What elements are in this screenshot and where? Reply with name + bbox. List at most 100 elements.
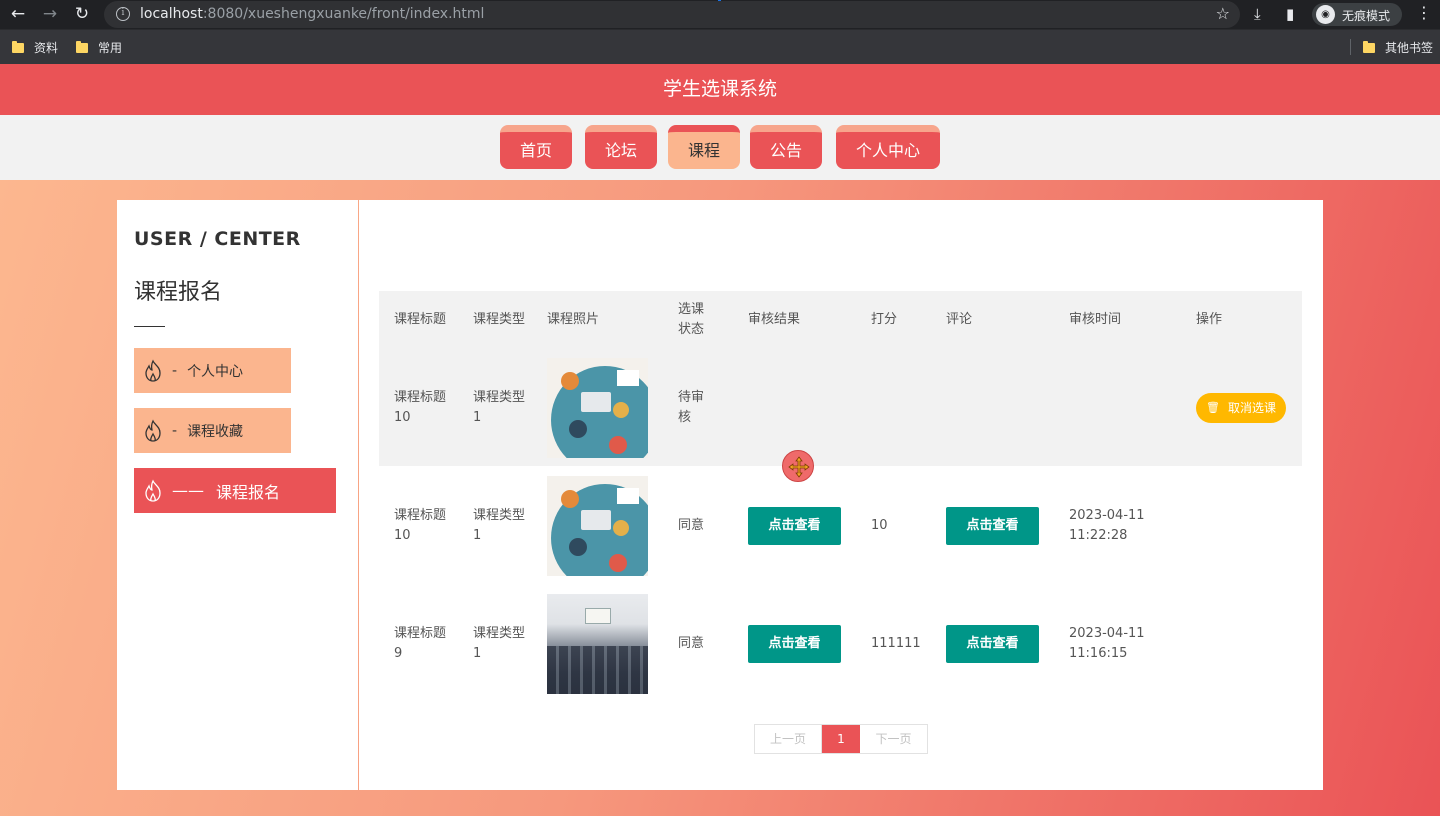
page-1-button[interactable]: 1 (822, 725, 860, 753)
flame-icon (145, 359, 161, 382)
menu-kebab-icon[interactable]: ⋮ (1416, 4, 1432, 22)
flame-icon (145, 419, 161, 442)
sidebar-divider (134, 326, 165, 327)
cell-review-result (748, 349, 858, 466)
header-course-title: 课程标题 (394, 312, 447, 327)
cancel-enrollment-button[interactable]: 🗑 取消选课 (1196, 392, 1286, 423)
cell-course-title: 课程标题10 (394, 508, 447, 543)
back-arrow-icon[interactable]: ← (6, 4, 30, 24)
sidebar-item-label: 课程报名 (216, 482, 281, 502)
bookmarks-divider (1350, 39, 1351, 55)
cell-review-time (1069, 349, 1169, 466)
content-panel: 课程标题 课程类型 课程照片 选课状态 审核结果 打分 评论 审核时间 操作 课… (359, 200, 1323, 790)
sidebar-item-personal-center[interactable]: - 个人中心 (134, 348, 291, 393)
cell-course-photo (547, 349, 657, 466)
folder-icon (1363, 40, 1375, 53)
cell-comment (946, 349, 1056, 466)
table-row: 课程标题10 课程类型1 待审核 🗑 取消选课 (379, 349, 1302, 482)
header-status: 选课状态 (678, 302, 705, 337)
course-photo-image (547, 476, 648, 576)
header-score: 打分 (871, 312, 898, 327)
forward-arrow-icon[interactable]: → (38, 4, 62, 24)
cell-action (1196, 467, 1296, 585)
folder-icon (76, 40, 88, 53)
reload-icon[interactable]: ↻ (70, 4, 94, 24)
cell-course-photo (547, 585, 657, 703)
incognito-icon: ◉ (1316, 5, 1335, 24)
bookmark-folder-resources[interactable]: 资料 (12, 39, 58, 56)
header-course-photo: 课程照片 (547, 312, 600, 327)
cell-course-title: 课程标题10 (394, 389, 447, 425)
side-panel-icon[interactable]: ▮ (1286, 5, 1294, 23)
header-review-time: 审核时间 (1069, 312, 1122, 327)
pagination: 上一页 1 下一页 (754, 724, 928, 754)
cell-comment: 点击查看 (946, 467, 1056, 585)
table-header-row: 课程标题 课程类型 课程照片 选课状态 审核结果 打分 评论 审核时间 操作 (379, 291, 1302, 349)
sidebar-item-dash: - (172, 422, 178, 439)
trash-icon: 🗑 (1206, 400, 1220, 414)
cell-status: 待审核 (678, 389, 705, 425)
nav-forum[interactable]: 论坛 (585, 125, 657, 169)
url-text[interactable]: localhost:8080/xueshengxuanke/front/inde… (140, 6, 484, 22)
cell-action (1196, 585, 1296, 703)
sidebar-item-label: 课程收藏 (187, 423, 244, 440)
cell-comment: 点击查看 (946, 585, 1056, 703)
header-review-result: 审核结果 (748, 312, 801, 327)
browser-toolbar: ← → ↻ i localhost:8080/xueshengxuanke/fr… (0, 0, 1440, 29)
cell-course-type: 课程类型1 (473, 389, 526, 425)
sidebar-item-dash: —— (172, 481, 204, 500)
sidebar-item-course-signup[interactable]: —— 课程报名 (134, 468, 336, 513)
cell-status: 同意 (678, 518, 705, 533)
incognito-label: 无痕模式 (1342, 9, 1391, 23)
site-title: 学生选课系统 (662, 78, 777, 100)
cell-review-result: 点击查看 (748, 467, 858, 585)
view-comment-button[interactable]: 点击查看 (946, 625, 1039, 663)
table-row: 课程标题10 课程类型1 同意 点击查看 10 点击查看 2023-04-11 … (379, 467, 1302, 585)
prev-page-button[interactable]: 上一页 (755, 725, 822, 753)
cell-status: 同意 (678, 636, 705, 651)
cell-score: 111111 (871, 636, 921, 651)
sidebar-subtitle: 课程报名 (134, 280, 223, 305)
cell-review-time: 2023-04-11 11:22:28 (1069, 508, 1145, 543)
cell-course-type: 课程类型1 (473, 508, 526, 543)
site-header: 学生选课系统 (0, 64, 1440, 115)
header-action: 操作 (1196, 312, 1223, 327)
header-course-type: 课程类型 (473, 312, 526, 327)
view-comment-button[interactable]: 点击查看 (946, 507, 1039, 545)
cell-score: 10 (871, 518, 888, 533)
bookmark-folder-common[interactable]: 常用 (76, 39, 122, 56)
cell-review-result: 点击查看 (748, 585, 858, 703)
cell-action: 🗑 取消选课 (1196, 349, 1296, 466)
cell-course-title: 课程标题9 (394, 626, 447, 661)
nav-notice[interactable]: 公告 (750, 125, 822, 169)
cell-course-type: 课程类型1 (473, 626, 526, 661)
course-photo-image (547, 357, 648, 458)
incognito-badge[interactable]: ◉ 无痕模式 (1312, 3, 1402, 26)
sidebar-item-dash: - (172, 362, 178, 379)
sidebar-item-course-favorites[interactable]: - 课程收藏 (134, 408, 291, 453)
cell-score (871, 349, 931, 466)
nav-home[interactable]: 首页 (500, 125, 572, 169)
folder-icon (12, 40, 24, 53)
nav-courses[interactable]: 课程 (668, 125, 740, 169)
bookmark-folder-other[interactable]: 其他书签 (1363, 39, 1433, 56)
sidebar: USER / CENTER 课程报名 - 个人中心 - 课程收藏 —— 课程报名 (117, 200, 358, 790)
view-result-button[interactable]: 点击查看 (748, 625, 841, 663)
sidebar-title: USER / CENTER (134, 228, 301, 250)
view-result-button[interactable]: 点击查看 (748, 507, 841, 545)
info-icon[interactable]: i (116, 7, 130, 21)
address-bar[interactable]: i localhost:8080/xueshengxuanke/front/in… (104, 1, 1240, 28)
bookmark-star-icon[interactable]: ☆ (1216, 4, 1230, 23)
header-comment: 评论 (946, 312, 973, 327)
flame-icon (145, 479, 161, 502)
next-page-button[interactable]: 下一页 (860, 725, 927, 753)
cell-review-time: 2023-04-11 11:16:15 (1069, 626, 1145, 661)
download-icon[interactable]: ⤓ (1254, 5, 1261, 23)
main-nav: 首页 论坛 课程 公告 个人中心 (0, 115, 1440, 180)
cell-course-photo (547, 467, 657, 585)
nav-personal-center[interactable]: 个人中心 (836, 125, 940, 169)
sidebar-item-label: 个人中心 (187, 363, 244, 380)
course-photo-image (547, 594, 648, 694)
bookmarks-bar: 资料 常用 其他书签 (0, 29, 1440, 64)
table-row: 课程标题9 课程类型1 同意 点击查看 111111 点击查看 2023-04-… (379, 585, 1302, 703)
